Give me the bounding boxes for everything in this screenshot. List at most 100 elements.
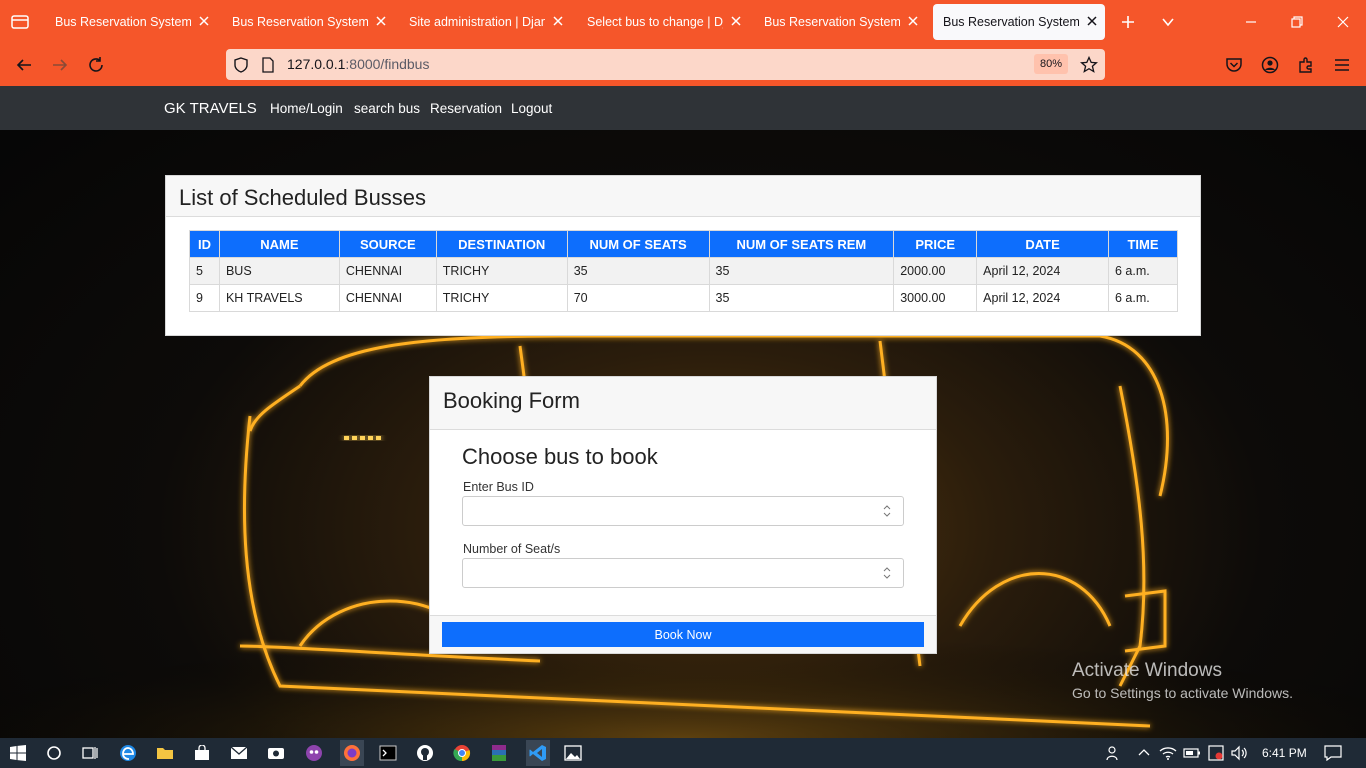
browser-tab[interactable]: Bus Reservation System in xyxy=(222,4,394,40)
camera-icon[interactable] xyxy=(266,743,286,763)
security-alert-icon[interactable] xyxy=(1206,743,1226,763)
column-header: NUM OF SEATS REM xyxy=(708,230,895,258)
page-info-icon[interactable] xyxy=(256,53,280,77)
browser-tab[interactable]: Site administration | Django xyxy=(399,4,571,40)
bus-table: ID NAME SOURCE DESTINATION NUM OF SEATS … xyxy=(189,230,1179,312)
file-explorer-icon[interactable] xyxy=(155,743,175,763)
back-arrow-icon[interactable] xyxy=(12,53,36,77)
new-tab-icon[interactable] xyxy=(1117,11,1139,33)
firefox-view-icon[interactable] xyxy=(10,13,30,31)
page-content: GK TRAVELS Home/Login search bus Reserva… xyxy=(0,86,1366,738)
firefox-icon[interactable] xyxy=(340,740,364,766)
seats-input[interactable] xyxy=(462,558,904,588)
url-host: 127.0.0.1 xyxy=(287,56,346,72)
column-header: DATE xyxy=(976,230,1109,258)
extensions-icon[interactable] xyxy=(1294,53,1318,77)
notifications-icon[interactable] xyxy=(1323,743,1343,763)
column-header: DESTINATION xyxy=(435,230,568,258)
table-cell: 6 a.m. xyxy=(1107,257,1179,285)
bookmark-star-icon[interactable] xyxy=(1077,53,1101,77)
url-text[interactable]: 127.0.0.1:8000/findbus xyxy=(287,56,429,72)
table-cell: CHENNAI xyxy=(338,257,437,285)
photos-icon[interactable] xyxy=(563,743,583,763)
restore-window-icon[interactable] xyxy=(1286,11,1308,33)
column-header: ID xyxy=(189,230,220,258)
browser-tab[interactable]: Select bus to change | Djan xyxy=(577,4,749,40)
column-header: SOURCE xyxy=(338,230,437,258)
seats-spinner-icon[interactable] xyxy=(882,566,892,580)
close-tab-icon[interactable] xyxy=(1085,14,1099,28)
show-hidden-icons-chevron-icon[interactable] xyxy=(1134,743,1154,763)
close-tab-icon[interactable] xyxy=(729,14,743,28)
hamburger-menu-icon[interactable] xyxy=(1330,53,1354,77)
pocket-icon[interactable] xyxy=(1222,53,1246,77)
browser-tab[interactable]: Bus Reservation System in xyxy=(754,4,926,40)
activate-windows-watermark: Activate Windows Go to Settings to activ… xyxy=(1072,660,1293,701)
close-tab-icon[interactable] xyxy=(197,14,211,28)
table-cell: 9 xyxy=(189,284,220,312)
table-cell: 5 xyxy=(189,257,220,285)
nav-logout[interactable]: Logout xyxy=(511,101,552,116)
tab-title: Bus Reservation System in xyxy=(55,15,191,29)
table-cell: 6 a.m. xyxy=(1107,284,1179,312)
winrar-icon[interactable] xyxy=(489,743,509,763)
vscode-icon[interactable] xyxy=(526,740,550,766)
minimize-window-icon[interactable] xyxy=(1240,11,1262,33)
table-cell: 2000.00 xyxy=(893,257,978,285)
windows-taskbar: 6:41 PM xyxy=(0,738,1366,768)
search-icon[interactable] xyxy=(44,743,64,763)
zoom-level-badge[interactable]: 80% xyxy=(1034,54,1068,74)
task-view-icon[interactable] xyxy=(80,743,100,763)
close-window-icon[interactable] xyxy=(1332,11,1354,33)
table-cell: CHENNAI xyxy=(338,284,437,312)
table-cell: KH TRAVELS xyxy=(218,284,340,312)
terminal-icon[interactable] xyxy=(378,743,398,763)
nav-home-login[interactable]: Home/Login xyxy=(270,101,343,116)
store-icon[interactable] xyxy=(192,743,212,763)
tracking-protection-shield-icon[interactable] xyxy=(229,53,253,77)
watermark-line-1: Activate Windows xyxy=(1072,660,1222,681)
volume-icon[interactable] xyxy=(1229,743,1249,763)
site-brand[interactable]: GK TRAVELS xyxy=(164,100,257,117)
close-tab-icon[interactable] xyxy=(374,14,388,28)
bus-id-label: Enter Bus ID xyxy=(463,480,534,494)
nav-reservation[interactable]: Reservation xyxy=(430,101,502,116)
table-cell: 35 xyxy=(708,257,895,285)
close-tab-icon[interactable] xyxy=(906,14,920,28)
table-cell: 70 xyxy=(566,284,710,312)
edge-icon[interactable] xyxy=(118,743,138,763)
reload-icon[interactable] xyxy=(84,53,108,77)
bus-id-spinner-icon[interactable] xyxy=(882,504,892,518)
site-navbar: GK TRAVELS Home/Login search bus Reserva… xyxy=(0,86,1366,130)
table-header-row: ID NAME SOURCE DESTINATION NUM OF SEATS … xyxy=(189,230,1179,258)
book-now-button[interactable]: Book Now xyxy=(442,622,924,647)
browser-tab-strip: Bus Reservation System in Bus Reservatio… xyxy=(0,0,1366,44)
table-cell: April 12, 2024 xyxy=(976,257,1109,285)
taskbar-clock[interactable]: 6:41 PM xyxy=(1262,746,1307,760)
table-cell: 3000.00 xyxy=(893,284,978,312)
people-icon[interactable] xyxy=(1103,743,1123,763)
choose-bus-heading: Choose bus to book xyxy=(462,444,658,469)
seats-label: Number of Seat/s xyxy=(463,542,561,556)
booking-form-title: Booking Form xyxy=(430,377,936,430)
list-tabs-chevron-icon[interactable] xyxy=(1157,11,1179,33)
scheduled-busses-title: List of Scheduled Busses xyxy=(166,176,1200,217)
close-tab-icon[interactable] xyxy=(551,14,565,28)
github-icon[interactable] xyxy=(415,743,435,763)
mail-icon[interactable] xyxy=(229,743,249,763)
battery-icon[interactable] xyxy=(1182,743,1202,763)
account-icon[interactable] xyxy=(1258,53,1282,77)
wifi-icon[interactable] xyxy=(1158,743,1178,763)
nav-search-bus[interactable]: search bus xyxy=(354,101,420,116)
table-cell: TRICHY xyxy=(435,284,568,312)
forward-arrow-icon[interactable] xyxy=(48,53,72,77)
watermark-line-2: Go to Settings to activate Windows. xyxy=(1072,685,1293,701)
chrome-icon[interactable] xyxy=(452,743,472,763)
browser-tab-active[interactable]: Bus Reservation System in xyxy=(933,4,1105,40)
bus-id-input[interactable] xyxy=(462,496,904,526)
windows-start-icon[interactable] xyxy=(8,743,28,763)
tab-title: Bus Reservation System in xyxy=(764,15,900,29)
browser-tab[interactable]: Bus Reservation System in xyxy=(45,4,217,40)
app-icon-purple[interactable] xyxy=(304,743,324,763)
table-row: 5 BUS CHENNAI TRICHY 35 35 2000.00 April… xyxy=(189,257,1179,285)
